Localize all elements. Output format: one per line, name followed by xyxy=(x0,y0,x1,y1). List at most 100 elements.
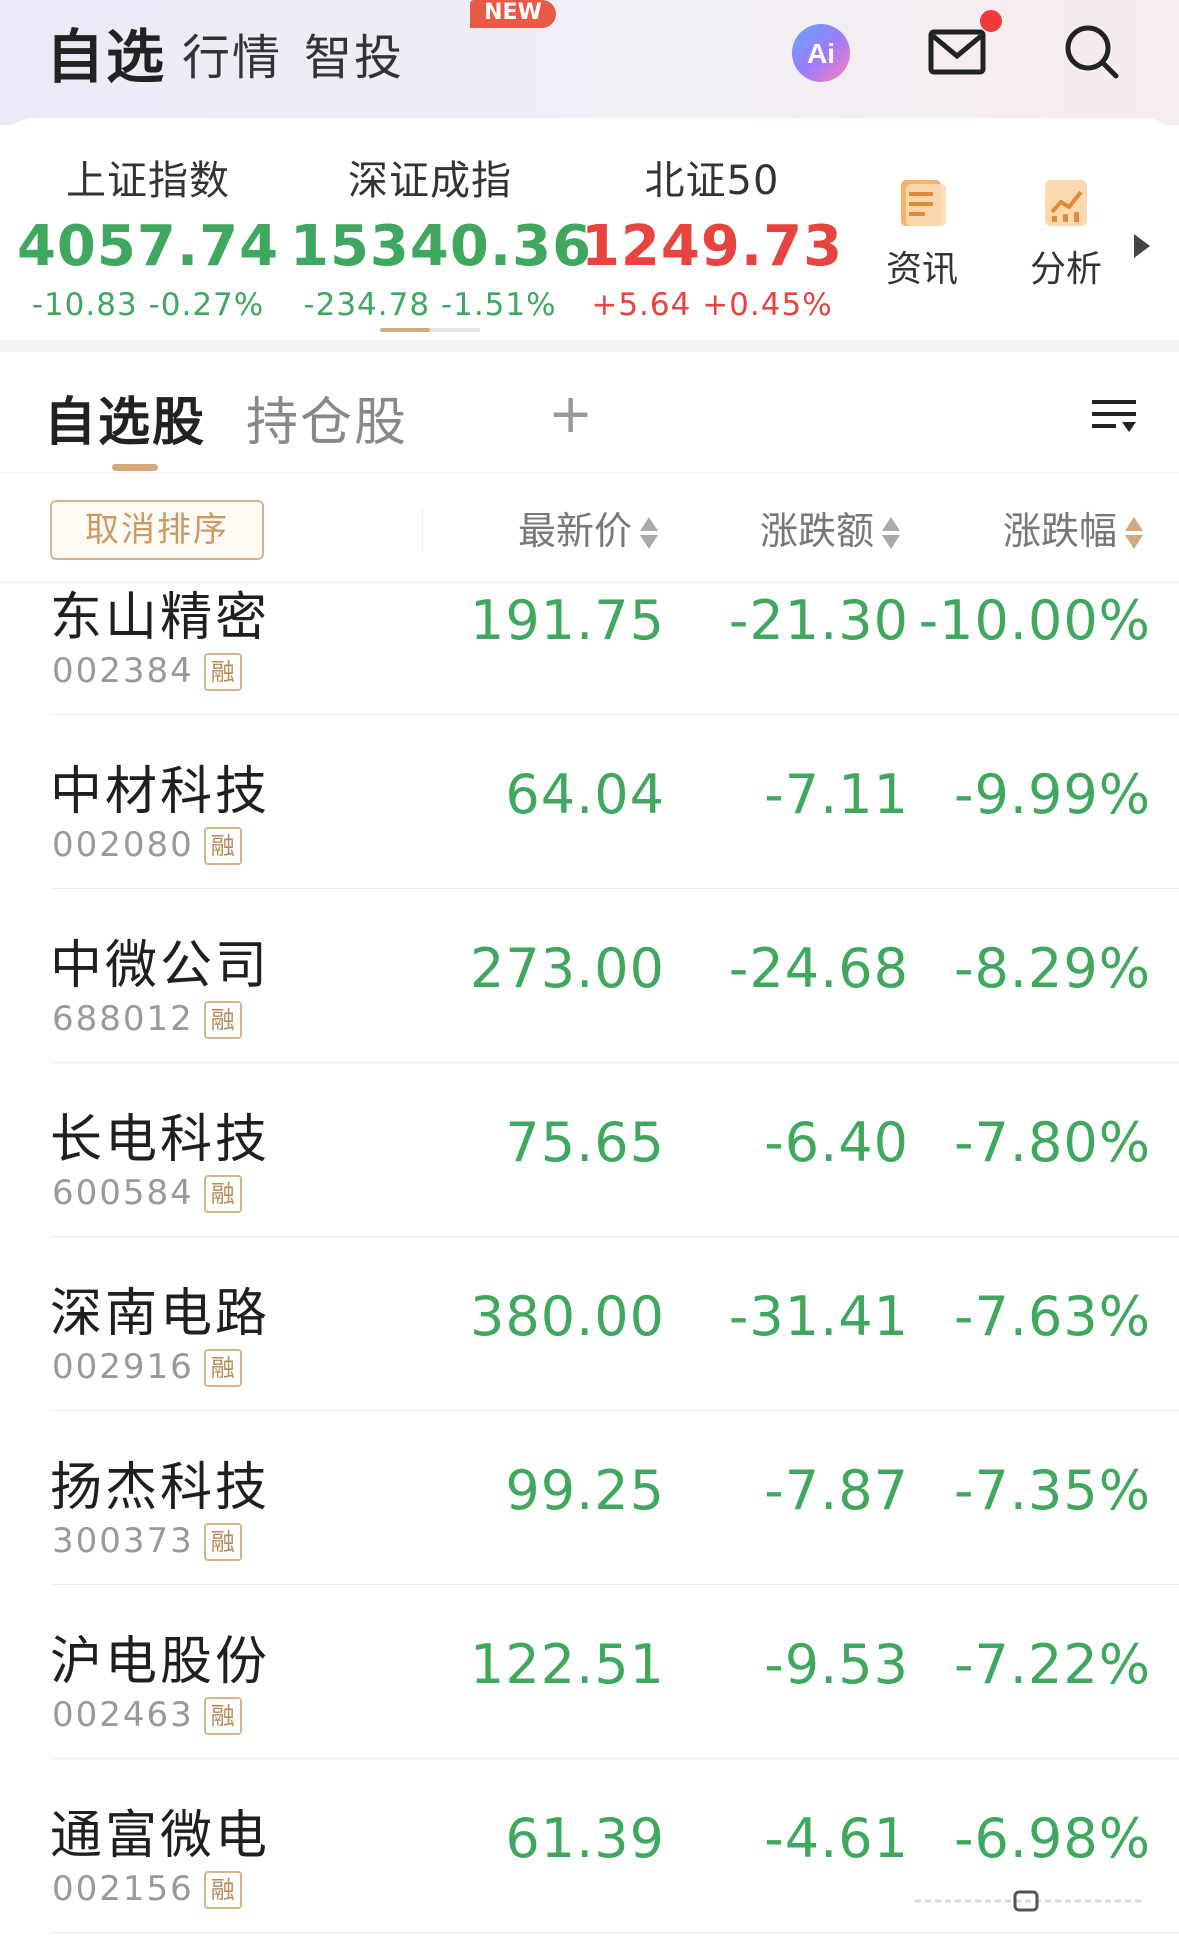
nav-tab-smart-invest[interactable]: 智投 xyxy=(304,18,404,88)
active-tab-indicator xyxy=(112,464,158,471)
nav-tab-watchlist[interactable]: 自选 xyxy=(46,10,166,94)
news-icon xyxy=(901,180,946,226)
search-icon[interactable] xyxy=(1062,22,1120,80)
watchlist-tabs: 自选股 持仓股 + xyxy=(0,352,1179,473)
stock-code: 002156 xyxy=(52,1869,194,1909)
nav-tab-market[interactable]: 行情 xyxy=(182,18,282,88)
analysis-button[interactable]: 分析 xyxy=(1006,176,1126,292)
column-header-change[interactable]: 涨跌额 xyxy=(760,506,901,556)
stock-name: 中微公司 xyxy=(50,936,271,996)
stock-change: -4.61 xyxy=(764,1807,909,1870)
news-button[interactable]: 资讯 xyxy=(862,176,982,292)
stock-list[interactable]: 东山精密 002384 融 191.75 -21.30 -10.00% 中材科技 … xyxy=(0,583,1179,1945)
index-szse[interactable]: 深证成指 15340.36 -234.78 -1.51% xyxy=(290,148,593,323)
index-name: 北证50 xyxy=(644,158,780,204)
index-scroll-indicator xyxy=(380,328,480,332)
top-nav-bar: 自选 行情 智投 NEW Ai xyxy=(0,0,1179,125)
stock-row[interactable]: 长电科技 600584 融 75.65 -6.40 -7.80% xyxy=(0,1063,1179,1237)
stock-change-pct: -7.22% xyxy=(953,1633,1151,1696)
new-badge: NEW xyxy=(470,0,556,28)
column-header-label: 涨跌幅 xyxy=(1003,509,1118,553)
index-scroll-thumb xyxy=(380,328,430,332)
tab-my-stocks[interactable]: 自选股 xyxy=(44,380,206,455)
stock-change-pct: -9.99% xyxy=(953,763,1151,826)
stock-name: 扬杰科技 xyxy=(50,1458,271,1518)
index-value: 4057.74 xyxy=(16,214,280,279)
ai-label: Ai xyxy=(807,38,835,69)
stock-row[interactable]: 中材科技 002080 融 64.04 -7.11 -9.99% xyxy=(0,715,1179,889)
stock-price: 64.04 xyxy=(505,763,665,826)
stock-change-pct: -6.98% xyxy=(953,1807,1151,1870)
margin-badge: 融 xyxy=(203,1175,242,1213)
sort-arrows-icon xyxy=(640,515,659,553)
stock-price: 75.65 xyxy=(505,1111,665,1174)
news-label: 资讯 xyxy=(885,249,958,290)
margin-badge: 融 xyxy=(203,1697,242,1735)
stock-code: 002463 xyxy=(52,1695,194,1735)
index-name: 深证成指 xyxy=(348,158,512,204)
stock-change-pct: -8.29% xyxy=(953,937,1151,1000)
stock-name: 中材科技 xyxy=(50,762,271,822)
margin-badge: 融 xyxy=(203,1871,242,1909)
stock-change: -7.87 xyxy=(764,1459,909,1522)
index-change: +5.64 +0.45% xyxy=(591,287,833,323)
watermark-icon xyxy=(915,1890,1145,1912)
notification-dot xyxy=(980,10,1002,32)
stock-change: -7.11 xyxy=(764,763,909,826)
stock-price: 380.00 xyxy=(470,1285,665,1348)
tab-holdings[interactable]: 持仓股 xyxy=(246,380,408,455)
stock-row[interactable]: 深南电路 002916 融 380.00 -31.41 -7.63% xyxy=(0,1237,1179,1411)
sort-arrows-icon xyxy=(1125,515,1144,553)
stock-price: 273.00 xyxy=(470,937,665,1000)
stock-code: 300373 xyxy=(52,1521,194,1561)
more-arrow-icon[interactable] xyxy=(1134,234,1150,258)
stock-price: 61.39 xyxy=(505,1807,665,1870)
header-divider xyxy=(422,508,423,552)
stock-name: 深南电路 xyxy=(50,1284,271,1344)
index-value: 15340.36 xyxy=(290,214,593,279)
stock-change: -21.30 xyxy=(728,589,909,652)
column-header-price[interactable]: 最新价 xyxy=(518,506,659,556)
stock-row[interactable]: 扬杰科技 300373 融 99.25 -7.87 -7.35% xyxy=(0,1411,1179,1585)
add-group-button[interactable]: + xyxy=(548,382,593,445)
stock-change-pct: -7.35% xyxy=(953,1459,1151,1522)
stock-price: 191.75 xyxy=(470,589,665,652)
mail-icon[interactable] xyxy=(928,28,986,76)
stock-change: -6.40 xyxy=(764,1111,909,1174)
margin-badge: 融 xyxy=(203,1001,242,1039)
stock-name: 通富微电 xyxy=(50,1806,271,1866)
analysis-chart-icon xyxy=(1045,180,1087,226)
stock-name: 东山精密 xyxy=(50,588,271,648)
index-sse[interactable]: 上证指数 4057.74 -10.83 -0.27% xyxy=(8,148,288,323)
stock-change-pct: -10.00% xyxy=(918,589,1151,652)
index-name: 上证指数 xyxy=(66,158,230,204)
column-header-label: 涨跌额 xyxy=(760,509,875,553)
index-change: -234.78 -1.51% xyxy=(303,287,557,323)
analysis-label: 分析 xyxy=(1029,249,1102,290)
stock-change-pct: -7.80% xyxy=(953,1111,1151,1174)
stock-row[interactable]: 东山精密 002384 融 191.75 -21.30 -10.00% xyxy=(0,583,1179,715)
column-header-label: 最新价 xyxy=(518,509,633,553)
index-change: -10.83 -0.27% xyxy=(31,287,265,323)
cancel-sort-button[interactable]: 取消排序 xyxy=(50,500,264,560)
stock-name: 沪电股份 xyxy=(50,1632,271,1692)
stock-code: 600584 xyxy=(52,1173,194,1213)
stock-price: 99.25 xyxy=(505,1459,665,1522)
stock-row[interactable]: 沪电股份 002463 融 122.51 -9.53 -7.22% xyxy=(0,1585,1179,1759)
table-header: 取消排序 最新价 涨跌额 涨跌幅 xyxy=(0,472,1179,583)
section-divider xyxy=(0,340,1179,352)
stock-row[interactable]: 中微公司 688012 融 273.00 -24.68 -8.29% xyxy=(0,889,1179,1063)
index-value: 1249.73 xyxy=(580,214,844,279)
row-divider xyxy=(50,1932,1179,1933)
column-header-change-pct[interactable]: 涨跌幅 xyxy=(1003,506,1144,556)
market-index-card: 上证指数 4057.74 -10.83 -0.27% 深证成指 15340.36… xyxy=(0,118,1179,340)
stock-code: 688012 xyxy=(52,999,194,1039)
stock-change: -31.41 xyxy=(728,1285,909,1348)
sort-menu-icon[interactable] xyxy=(1090,396,1138,436)
ai-assistant-icon[interactable]: Ai xyxy=(790,22,852,84)
stock-name: 长电科技 xyxy=(50,1110,271,1170)
margin-badge: 融 xyxy=(203,653,242,691)
margin-badge: 融 xyxy=(203,827,242,865)
index-bse50[interactable]: 北证50 1249.73 +5.64 +0.45% xyxy=(572,148,852,323)
stock-code: 002916 xyxy=(52,1347,194,1387)
